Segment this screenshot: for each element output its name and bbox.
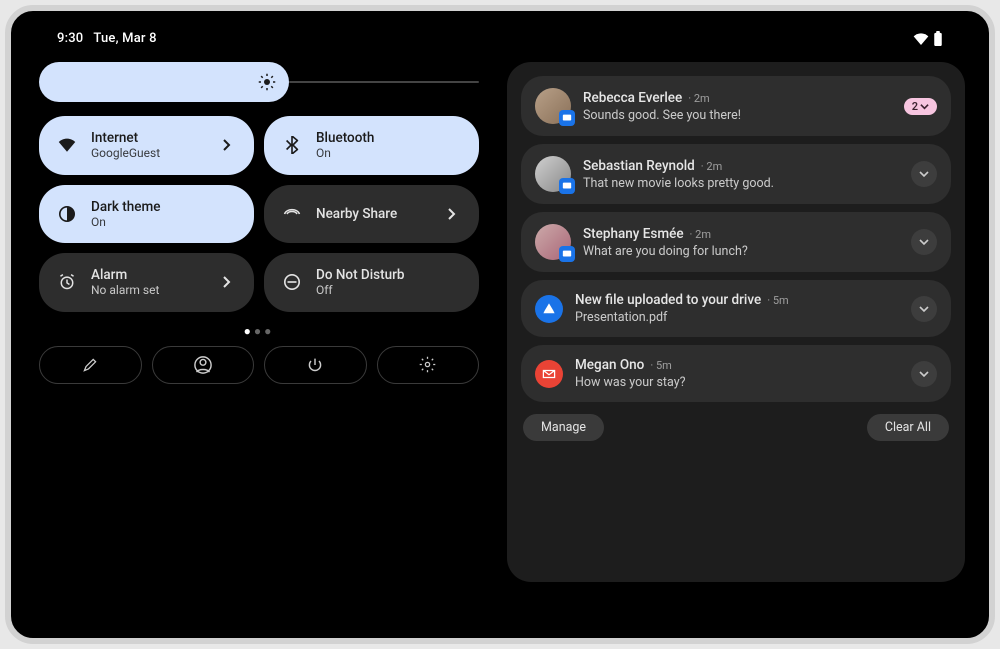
avatar — [535, 156, 571, 192]
tile-dark-theme[interactable]: Dark theme On — [39, 185, 254, 244]
edit-button[interactable] — [39, 346, 142, 384]
tile-grid: Internet GoogleGuest Bluetooth On — [39, 116, 479, 312]
device-frame: 9:30 Tue, Mar 8 — [5, 5, 995, 644]
notification-message: What are you doing for lunch? — [583, 244, 899, 259]
tile-title: Nearby Share — [316, 206, 429, 222]
tile-title: Internet — [91, 130, 204, 146]
notification-sender: Megan Ono — [575, 357, 644, 373]
tile-subtitle: On — [91, 215, 236, 229]
brightness-icon — [257, 72, 277, 92]
dark-theme-icon — [57, 204, 77, 224]
expand-button[interactable] — [911, 296, 937, 322]
clear-all-button[interactable]: Clear All — [867, 414, 949, 441]
wifi-status-icon — [913, 33, 929, 45]
chevron-right-icon — [218, 276, 236, 288]
tile-title: Bluetooth — [316, 130, 461, 146]
drive-app-icon — [535, 295, 563, 323]
notification-message: That new movie looks pretty good. — [583, 176, 899, 191]
power-button[interactable] — [264, 346, 367, 384]
status-bar: 9:30 Tue, Mar 8 — [35, 25, 965, 58]
notification-time: 2m — [695, 228, 711, 241]
tile-subtitle: GoogleGuest — [91, 146, 204, 160]
page-indicator: ●●● — [39, 324, 479, 338]
nearby-share-icon — [282, 204, 302, 224]
notification-sender: Sebastian Reynold — [583, 158, 695, 174]
dnd-icon — [282, 272, 302, 292]
messages-app-badge-icon — [559, 110, 575, 126]
notification-message: Presentation.pdf — [575, 310, 899, 325]
notification-sender: Stephany Esmée — [583, 226, 684, 242]
avatar — [535, 88, 571, 124]
expand-button[interactable] — [911, 161, 937, 187]
tile-internet[interactable]: Internet GoogleGuest — [39, 116, 254, 175]
notification-title: New file uploaded to your drive — [575, 292, 761, 308]
tile-alarm[interactable]: Alarm No alarm set — [39, 253, 254, 312]
messages-app-badge-icon — [559, 246, 575, 262]
notification-count-badge[interactable]: 2 — [904, 98, 937, 115]
brightness-slider[interactable] — [39, 62, 289, 102]
tile-title: Alarm — [91, 267, 204, 283]
alarm-icon — [57, 272, 77, 292]
bluetooth-icon — [282, 135, 302, 155]
tile-bluetooth[interactable]: Bluetooth On — [264, 116, 479, 175]
wifi-icon — [57, 135, 77, 155]
user-button[interactable] — [152, 346, 255, 384]
notification-item[interactable]: Megan Ono· 5m How was your stay? — [521, 345, 951, 402]
brightness-track[interactable] — [289, 81, 479, 83]
notification-item[interactable]: New file uploaded to your drive· 5m Pres… — [521, 280, 951, 337]
tile-title: Do Not Disturb — [316, 267, 461, 283]
tile-do-not-disturb[interactable]: Do Not Disturb Off — [264, 253, 479, 312]
settings-button[interactable] — [377, 346, 480, 384]
avatar — [535, 224, 571, 260]
notification-sender: Rebecca Everlee — [583, 90, 682, 106]
status-time: 9:30 — [57, 31, 83, 46]
expand-button[interactable] — [911, 229, 937, 255]
notification-item[interactable]: Sebastian Reynold· 2m That new movie loo… — [521, 144, 951, 204]
manage-button[interactable]: Manage — [523, 414, 604, 441]
notification-time: 2m — [694, 92, 710, 105]
messages-app-badge-icon — [559, 178, 575, 194]
expand-button[interactable] — [911, 361, 937, 387]
notification-message: Sounds good. See you there! — [583, 108, 892, 123]
notification-time: 5m — [773, 294, 789, 307]
chevron-right-icon — [443, 208, 461, 220]
notification-item[interactable]: Stephany Esmée· 2m What are you doing fo… — [521, 212, 951, 272]
notification-time: 2m — [706, 160, 722, 173]
notification-panel: Rebecca Everlee· 2m Sounds good. See you… — [507, 62, 965, 582]
notification-time: 5m — [656, 359, 672, 372]
chevron-right-icon — [218, 139, 236, 151]
notification-message: How was your stay? — [575, 375, 899, 390]
quick-settings-panel: Internet GoogleGuest Bluetooth On — [39, 62, 479, 582]
tile-subtitle: No alarm set — [91, 283, 204, 297]
gmail-app-icon — [535, 360, 563, 388]
status-date: Tue, Mar 8 — [93, 31, 156, 46]
tile-subtitle: Off — [316, 283, 461, 297]
tile-nearby-share[interactable]: Nearby Share — [264, 185, 479, 244]
tile-title: Dark theme — [91, 199, 236, 215]
battery-status-icon — [933, 31, 943, 46]
notification-item[interactable]: Rebecca Everlee· 2m Sounds good. See you… — [521, 76, 951, 136]
tile-subtitle: On — [316, 146, 461, 160]
